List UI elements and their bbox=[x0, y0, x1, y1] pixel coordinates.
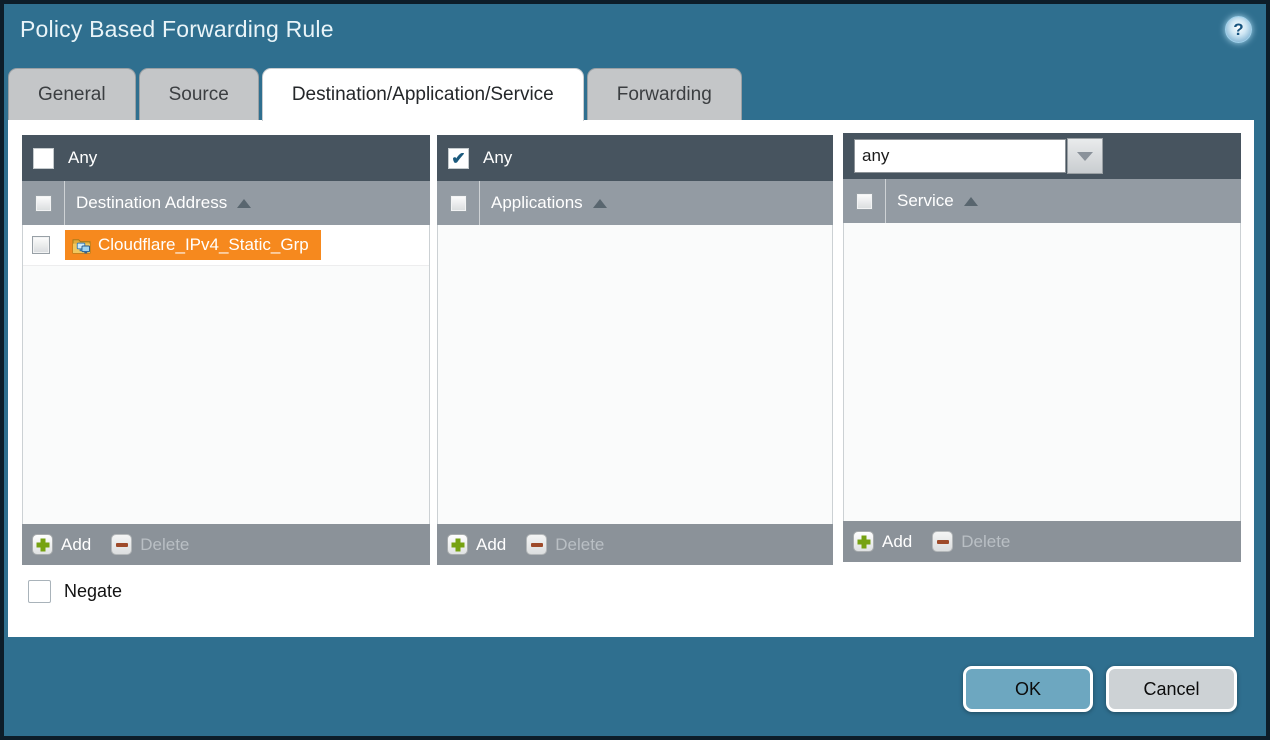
destination-add-label: Add bbox=[61, 535, 91, 555]
service-dropdown-row: any bbox=[843, 133, 1241, 179]
applications-delete-label: Delete bbox=[555, 535, 604, 555]
dialog-title: Policy Based Forwarding Rule bbox=[20, 16, 334, 43]
negate-label: Negate bbox=[64, 581, 122, 602]
service-delete-label: Delete bbox=[961, 532, 1010, 552]
destination-item-checkbox[interactable] bbox=[32, 236, 50, 254]
service-type-dropdown[interactable]: any bbox=[854, 138, 1103, 174]
destination-sort-header[interactable]: Destination Address bbox=[76, 193, 251, 213]
address-group-icon bbox=[72, 237, 91, 254]
applications-any-row: Any bbox=[437, 135, 833, 181]
tab-general[interactable]: General bbox=[8, 68, 136, 120]
destination-any-label: Any bbox=[68, 148, 97, 168]
minus-icon bbox=[111, 534, 132, 555]
applications-column: Any Applications Add Delete bbox=[437, 135, 833, 565]
plus-icon bbox=[853, 531, 874, 552]
applications-any-checkbox[interactable] bbox=[448, 148, 469, 169]
sort-ascending-icon bbox=[237, 199, 251, 208]
sort-ascending-icon bbox=[593, 199, 607, 208]
applications-list bbox=[437, 225, 833, 524]
applications-footer: Add Delete bbox=[437, 524, 833, 565]
destination-add-button[interactable]: Add bbox=[32, 534, 91, 555]
chevron-down-icon bbox=[1077, 152, 1093, 161]
minus-icon bbox=[932, 531, 953, 552]
tab-source[interactable]: Source bbox=[139, 68, 259, 120]
plus-icon bbox=[447, 534, 468, 555]
help-icon[interactable]: ? bbox=[1225, 16, 1252, 43]
destination-item-chip[interactable]: Cloudflare_IPv4_Static_Grp bbox=[65, 230, 321, 260]
ok-button[interactable]: OK bbox=[963, 666, 1093, 712]
negate-checkbox[interactable] bbox=[28, 580, 51, 603]
tab-forwarding[interactable]: Forwarding bbox=[587, 68, 742, 120]
service-add-label: Add bbox=[882, 532, 912, 552]
applications-header-row: Applications bbox=[437, 181, 833, 225]
applications-delete-button[interactable]: Delete bbox=[526, 534, 604, 555]
applications-select-all-checkbox[interactable] bbox=[450, 195, 467, 212]
tab-destination-application-service[interactable]: Destination/Application/Service bbox=[262, 68, 584, 121]
service-header-label: Service bbox=[897, 191, 954, 211]
minus-icon bbox=[526, 534, 547, 555]
destination-header-label: Destination Address bbox=[76, 193, 227, 213]
destination-list-item[interactable]: Cloudflare_IPv4_Static_Grp bbox=[23, 225, 429, 266]
applications-sort-header[interactable]: Applications bbox=[491, 193, 607, 213]
destination-list: Cloudflare_IPv4_Static_Grp bbox=[22, 225, 430, 524]
service-delete-button[interactable]: Delete bbox=[932, 531, 1010, 552]
destination-address-column: Any Destination Address bbox=[22, 135, 430, 565]
destination-any-row: Any bbox=[22, 135, 430, 181]
service-header-row: Service bbox=[843, 179, 1241, 223]
applications-any-label: Any bbox=[483, 148, 512, 168]
service-select-all-checkbox[interactable] bbox=[856, 193, 873, 210]
cancel-button[interactable]: Cancel bbox=[1106, 666, 1237, 712]
destination-any-checkbox[interactable] bbox=[33, 148, 54, 169]
tab-content-panel: Any Destination Address bbox=[8, 120, 1254, 637]
destination-footer: Add Delete bbox=[22, 524, 430, 565]
destination-delete-button[interactable]: Delete bbox=[111, 534, 189, 555]
applications-select-all-cell bbox=[437, 181, 480, 225]
destination-select-all-checkbox[interactable] bbox=[35, 195, 52, 212]
tab-bar: General Source Destination/Application/S… bbox=[8, 68, 742, 120]
applications-add-label: Add bbox=[476, 535, 506, 555]
service-footer: Add Delete bbox=[843, 521, 1241, 562]
service-add-button[interactable]: Add bbox=[853, 531, 912, 552]
help-glyph: ? bbox=[1233, 20, 1243, 40]
service-dropdown-button[interactable] bbox=[1067, 138, 1103, 174]
service-sort-header[interactable]: Service bbox=[897, 191, 978, 211]
applications-add-button[interactable]: Add bbox=[447, 534, 506, 555]
destination-item-label: Cloudflare_IPv4_Static_Grp bbox=[98, 235, 309, 255]
destination-delete-label: Delete bbox=[140, 535, 189, 555]
service-type-value[interactable]: any bbox=[854, 139, 1066, 173]
service-column: any Service Add Delete bbox=[843, 133, 1241, 562]
plus-icon bbox=[32, 534, 53, 555]
negate-row: Negate bbox=[28, 580, 122, 603]
sort-ascending-icon bbox=[964, 197, 978, 206]
service-list bbox=[843, 223, 1241, 521]
applications-header-label: Applications bbox=[491, 193, 583, 213]
service-select-all-cell bbox=[843, 179, 886, 223]
destination-header-row: Destination Address bbox=[22, 181, 430, 225]
destination-select-all-cell bbox=[22, 181, 65, 225]
